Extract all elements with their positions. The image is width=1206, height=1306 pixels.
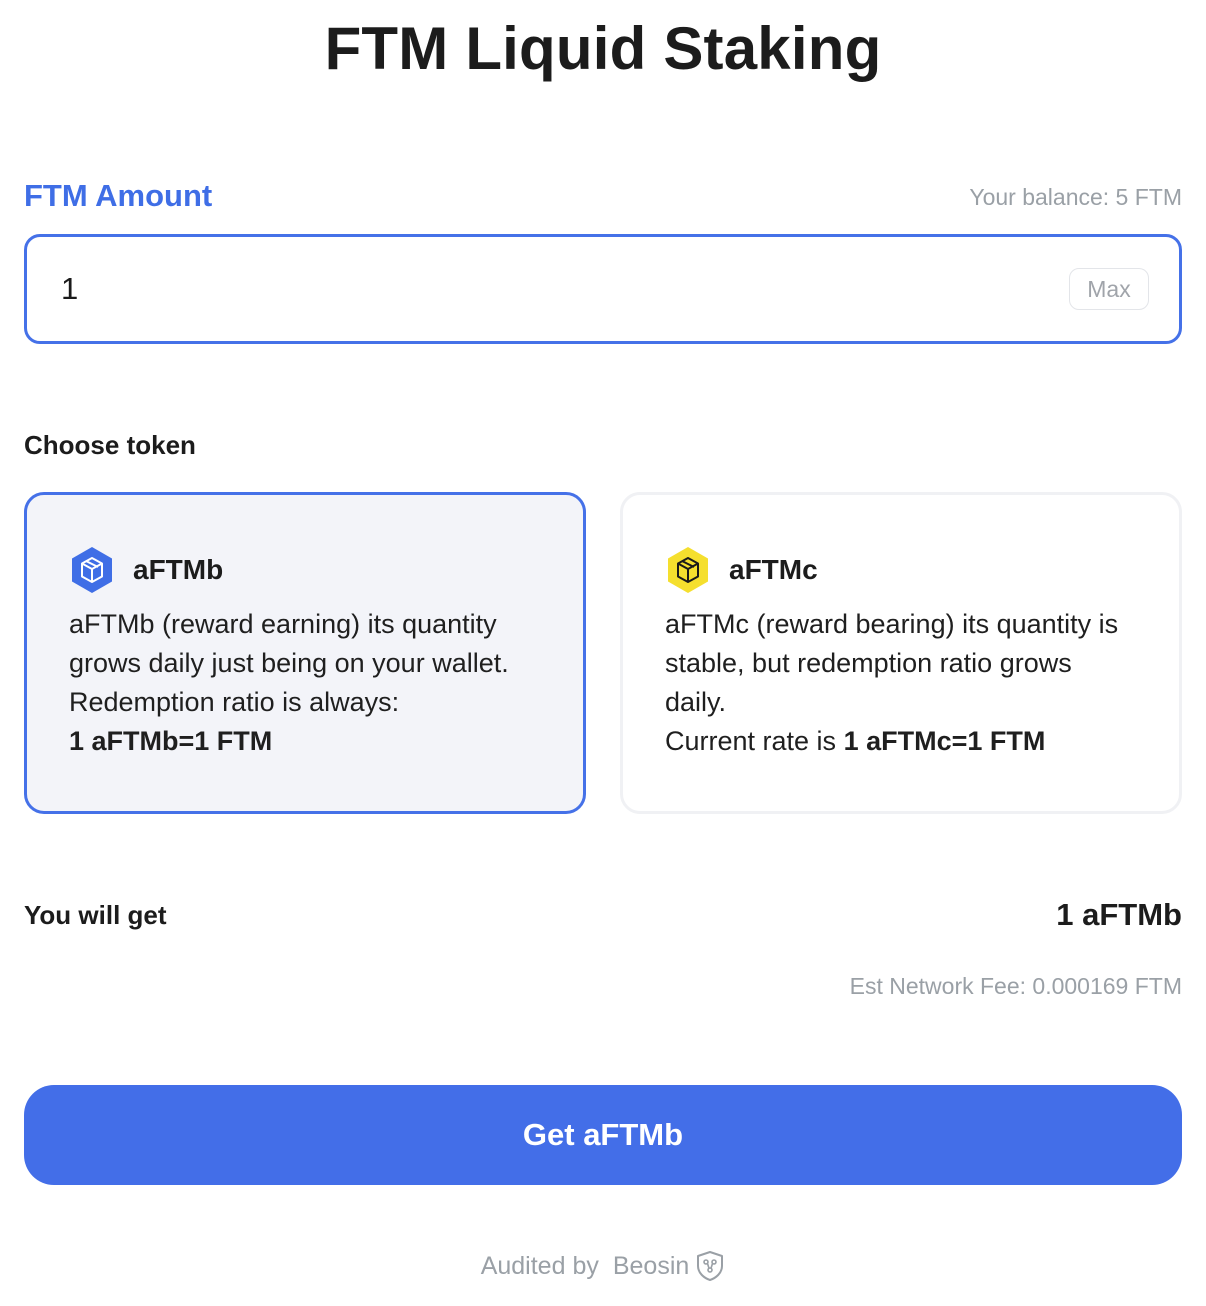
amount-input[interactable]: 1 Max [24, 234, 1182, 344]
staking-page: FTM Liquid Staking FTM Amount Your balan… [0, 0, 1206, 1306]
token-card-aftmc[interactable]: aFTMc aFTMc (reward bearing) its quantit… [620, 492, 1182, 814]
page-title: FTM Liquid Staking [324, 15, 882, 82]
amount-label: FTM Amount [24, 178, 213, 213]
token-name: aFTMc [729, 554, 818, 585]
aftmb-token-icon [72, 547, 112, 593]
audit-footer: Audited by Beosin [0, 1250, 1206, 1282]
beosin-shield-icon [697, 1251, 724, 1281]
token-description-text: aFTMc (reward bearing) its quantity is s… [665, 609, 1119, 717]
token-description-text: aFTMb (reward earning) its quantity grow… [69, 609, 509, 717]
aftmc-token-icon [668, 547, 708, 593]
choose-token-label: Choose token [24, 430, 196, 460]
amount-input-value[interactable]: 1 [61, 271, 78, 307]
token-card-header: aFTMb [69, 545, 541, 595]
token-name: aFTMb [133, 554, 224, 585]
token-card-aftmb[interactable]: aFTMb aFTMb (reward earning) its quantit… [24, 492, 586, 814]
token-rate-prefix: Current rate is [665, 726, 837, 756]
token-card-header: aFTMc [665, 545, 1137, 595]
max-button[interactable]: Max [1069, 268, 1149, 310]
balance-text: Your balance: 5 FTM [969, 184, 1182, 210]
you-will-get-label: You will get [24, 900, 167, 930]
token-rate: 1 aFTMb=1 FTM [69, 726, 273, 756]
token-description: aFTMb (reward earning) its quantity grow… [69, 605, 541, 761]
you-will-get-value: 1 aFTMb [1056, 897, 1182, 932]
audited-by-label: Audited by [480, 1251, 599, 1280]
auditor-link[interactable]: Beosin [613, 1252, 689, 1281]
get-aftmb-button[interactable]: Get aFTMb [24, 1085, 1182, 1185]
network-fee: Est Network Fee: 0.000169 FTM [849, 973, 1182, 999]
token-description: aFTMc (reward bearing) its quantity is s… [665, 605, 1137, 761]
token-rate: 1 aFTMc=1 FTM [843, 726, 1046, 756]
